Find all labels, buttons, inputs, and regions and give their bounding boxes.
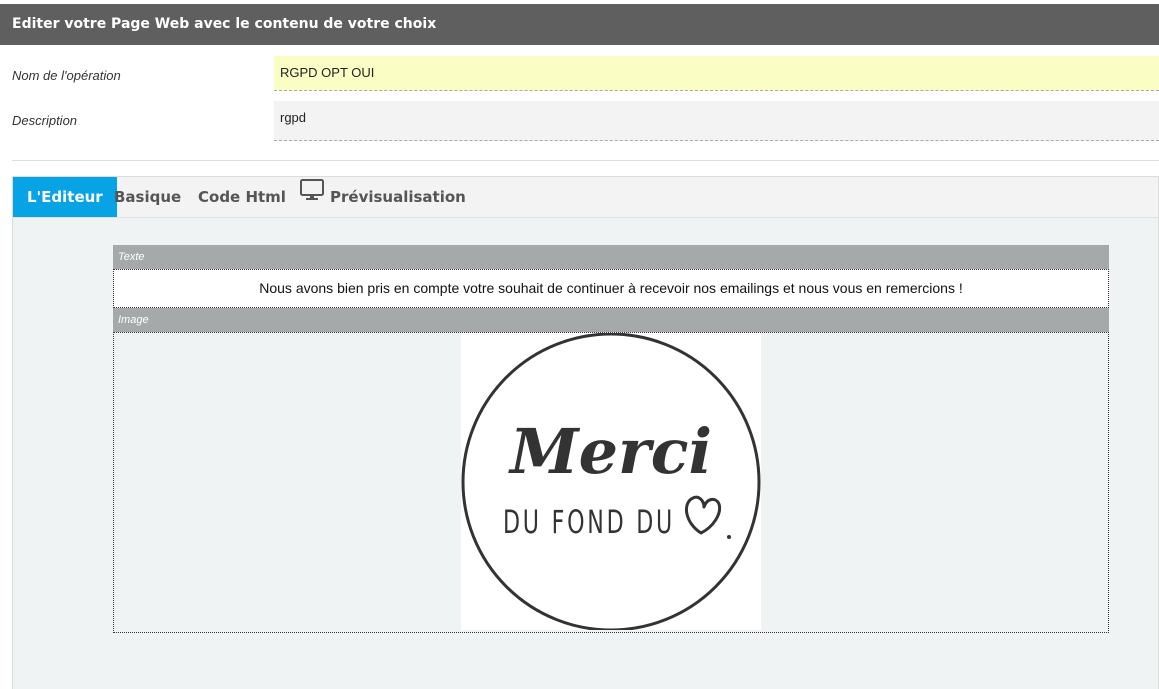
tab-basique[interactable]: Basique [114,177,181,217]
text-block[interactable]: Nous avons bien pris en compte votre sou… [113,269,1109,308]
page-title: Editer votre Page Web avec le contenu de… [12,16,437,32]
editor-panel: L'Editeur Basique Code Html Prévisualisa… [12,176,1159,689]
tab-editeur[interactable]: L'Editeur [13,177,117,217]
tab-bar: L'Editeur Basique Code Html Prévisualisa… [13,177,1158,218]
merci-text: Merci [508,415,712,488]
merci-image: Merci DU FOND DU [461,332,761,632]
divider [12,160,1159,161]
tab-previsualisation-label: Prévisualisation [330,188,466,206]
monitor-icon [300,176,324,216]
image-block[interactable]: Merci DU FOND DU [113,332,1109,633]
description-label: Description [12,113,78,128]
page-header: Editer votre Page Web avec le contenu de… [0,4,1159,45]
operation-name-label: Nom de l'opération [12,68,121,83]
tab-previsualisation[interactable]: Prévisualisation [300,177,466,217]
heart-icon [684,495,722,535]
operation-name-field[interactable]: RGPD OPT OUI [274,56,1159,91]
description-field[interactable]: rgpd [274,101,1159,141]
image-block-header: Image [113,308,1109,332]
tab-code-html[interactable]: Code Html [198,177,286,217]
du-fond-du-text: DU FOND DU [503,503,675,541]
text-block-header: Texte [113,245,1109,269]
editor-canvas: Texte Nous avons bien pris en compte vot… [113,245,1109,633]
